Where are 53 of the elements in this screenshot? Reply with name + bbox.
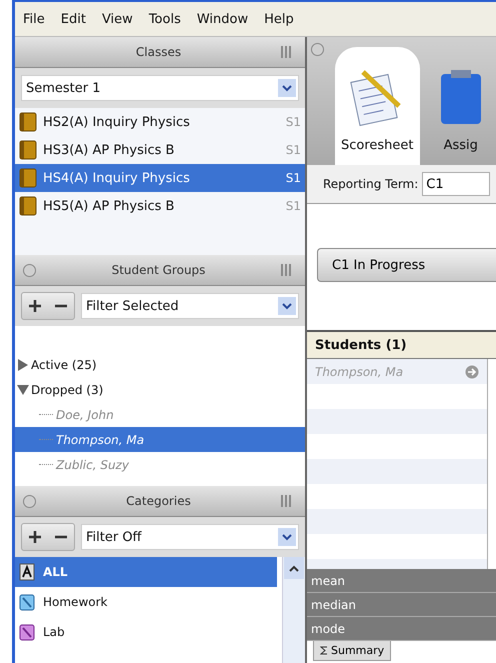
- arrow-icon: [465, 364, 479, 378]
- tree-leaf[interactable]: Zublic, Suzy: [15, 452, 305, 477]
- panel-title: Classes: [134, 45, 182, 59]
- tree-label: Active (25): [31, 358, 97, 372]
- grip-icon[interactable]: [281, 264, 291, 276]
- category-item[interactable]: Homework: [15, 587, 277, 617]
- plus-icon: [29, 531, 41, 543]
- tree-node[interactable]: Active (25): [15, 352, 305, 377]
- menu-item[interactable]: Window: [188, 12, 256, 26]
- book-icon: [19, 168, 37, 188]
- dropdown[interactable]: Filter Selected: [81, 293, 299, 319]
- scrollbar[interactable]: [282, 557, 305, 663]
- chevron-icon: [282, 84, 292, 92]
- chevron-up-icon: [289, 564, 299, 572]
- menu-item[interactable]: Edit: [52, 12, 94, 26]
- toolbar-tab[interactable]: Scoresheet: [335, 47, 420, 165]
- field-label: Reporting Term:: [323, 177, 418, 191]
- folder-icon: [19, 593, 35, 611]
- tree-leaf[interactable]: Doe, John: [15, 402, 305, 427]
- status-button[interactable]: C1 In Progress: [317, 248, 496, 282]
- scroll-up-button[interactable]: [284, 557, 304, 579]
- panel-title: Student Groups: [110, 263, 206, 277]
- term-field[interactable]: C1: [422, 172, 490, 196]
- class-item[interactable]: HS2(A) Inquiry Physics S1: [15, 108, 305, 136]
- tree-leaf[interactable]: Thompson, Ma: [15, 427, 305, 452]
- class-item[interactable]: HS3(A) AP Physics B S1: [15, 136, 305, 164]
- grip-icon[interactable]: [281, 495, 291, 507]
- summary-tab[interactable]: Summary: [313, 641, 392, 661]
- category-item[interactable]: Lab: [15, 617, 277, 647]
- plus-icon: [29, 300, 41, 312]
- toolbar-tab[interactable]: Assig: [426, 47, 496, 165]
- tree-label: Dropped (3): [31, 382, 104, 396]
- book-icon: [19, 196, 37, 216]
- folder-icon: [19, 623, 35, 641]
- menu-item[interactable]: Help: [256, 12, 302, 26]
- tree-node[interactable]: Dropped (3): [15, 377, 305, 402]
- chevron-icon: [282, 534, 292, 540]
- menu-item[interactable]: Tools: [140, 12, 189, 26]
- dropdown[interactable]: Filter Off: [81, 524, 299, 550]
- column-header: Students (1): [307, 330, 496, 359]
- book-icon: [19, 112, 37, 132]
- letter-a-icon: [19, 563, 35, 581]
- class-item[interactable]: HS4(A) Inquiry Physics S1: [15, 164, 305, 192]
- sigma-icon: [320, 646, 328, 655]
- dropdown[interactable]: Semester 1: [21, 75, 299, 101]
- category-item[interactable]: ALL: [15, 557, 277, 587]
- menu-item[interactable]: View: [94, 12, 141, 26]
- grip-icon[interactable]: [281, 46, 291, 58]
- class-item[interactable]: HS5(A) AP Physics B S1: [15, 192, 305, 220]
- menu-item[interactable]: File: [15, 12, 53, 26]
- panel-title: Categories: [125, 494, 192, 508]
- book-icon: [19, 140, 37, 160]
- chevron-icon: [282, 302, 292, 310]
